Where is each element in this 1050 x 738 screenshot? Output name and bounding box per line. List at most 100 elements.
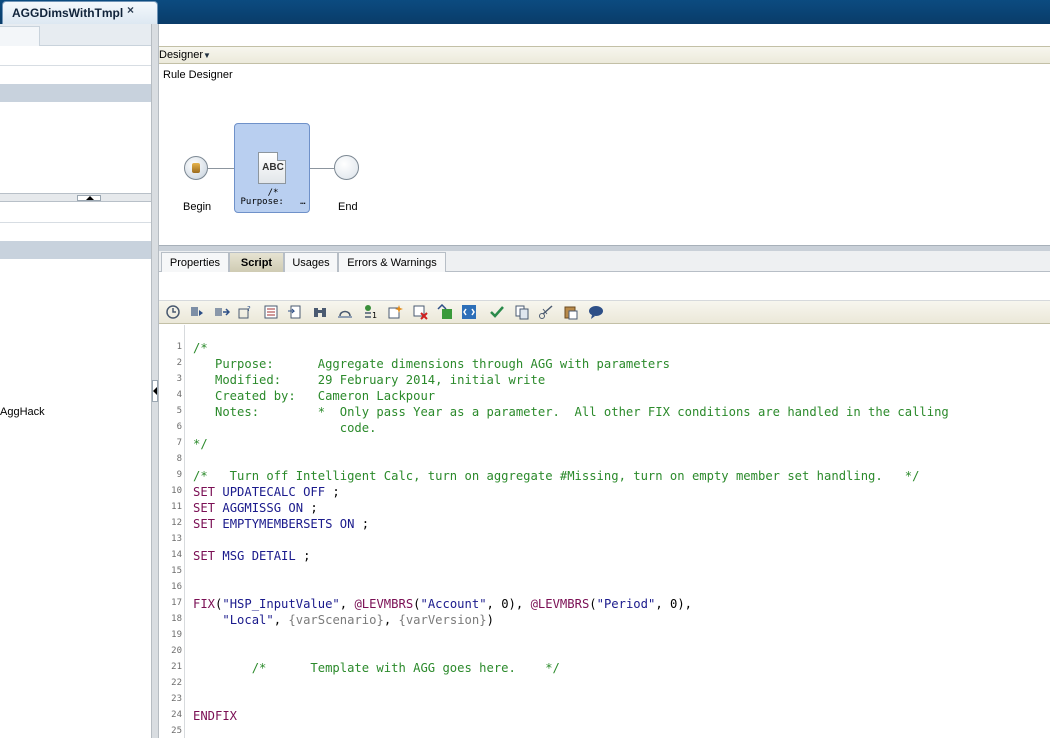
end-node-icon[interactable] — [334, 155, 359, 180]
code-line: FIX("HSP_InputValue", @LEVMBRS("Account"… — [193, 596, 692, 612]
code-token: /* — [193, 341, 208, 355]
code-token: */ — [193, 437, 208, 451]
line-number: 4 — [176, 390, 182, 400]
code-token: SET — [193, 517, 223, 531]
close-icon[interactable]: × — [127, 3, 134, 17]
property-tabs: Properties Script Usages Errors & Warnin… — [159, 251, 1050, 272]
help-icon[interactable] — [588, 304, 604, 320]
script-member-icon[interactable] — [189, 304, 205, 320]
tab-usages[interactable]: Usages — [284, 252, 338, 272]
code-token: Purpose: Aggregate dimensions through AG… — [193, 357, 670, 371]
code-token: "Period" — [596, 597, 656, 611]
code-token: Modified: 29 February 2014, initial writ… — [193, 373, 546, 387]
variables-icon[interactable]: ? — [238, 304, 254, 320]
find-icon[interactable] — [312, 304, 328, 320]
show-all-icon[interactable] — [461, 304, 477, 320]
code-line: ENDFIX — [193, 708, 237, 724]
line-number: 6 — [176, 422, 182, 432]
line-number: 14 — [171, 550, 182, 560]
member-range-icon[interactable]: 1 — [361, 304, 377, 320]
flow-connector — [310, 168, 334, 169]
replace-icon[interactable] — [337, 304, 353, 320]
tab-errors-warnings[interactable]: Errors & Warnings — [338, 252, 446, 272]
code-token: "Local" — [222, 613, 274, 627]
left-panel-tab-strip — [0, 24, 151, 46]
code-line: Purpose: Aggregate dimensions through AG… — [193, 356, 670, 372]
collapse-up-icon[interactable] — [77, 195, 101, 201]
script-node-label: /* Purpose: … — [240, 188, 306, 207]
svg-text:1: 1 — [372, 311, 377, 320]
copy-icon[interactable] — [514, 304, 530, 320]
code-line: SET MSG DETAIL ; — [193, 548, 310, 564]
code-line: */ — [193, 436, 208, 452]
code-token: ( — [589, 597, 597, 611]
left-panel-splitter[interactable] — [0, 193, 151, 202]
left-panel-tab[interactable] — [0, 26, 40, 46]
code-line: /* Template with AGG goes here. */ — [193, 660, 560, 676]
script-document-icon: ABC — [258, 152, 286, 184]
line-number: 21 — [171, 662, 182, 672]
code-token: @LEVMBRS — [354, 597, 414, 611]
begin-node-icon[interactable] — [184, 156, 208, 180]
code-line: code. — [193, 420, 377, 436]
line-number: 13 — [171, 534, 182, 544]
code-token: MSG DETAIL — [222, 549, 296, 563]
rule-designer-title: Rule Designer — [163, 69, 233, 81]
code-token: {varVersion} — [398, 613, 487, 627]
rule-designer-canvas[interactable]: Rule Designer Begin ABC /* Purpose: … En… — [159, 65, 1050, 245]
line-number: 8 — [176, 454, 182, 464]
property-area-blank — [159, 272, 1050, 301]
line-number: 12 — [171, 518, 182, 528]
line-number-gutter: 1 2 3 4 5 6 7 8 9 10 11 12 13 14 15 16 17 18 19 20 21 22 23 24 2… — [159, 325, 185, 738]
code-line: /* — [193, 340, 208, 356]
code-line: Notes: * Only pass Year as a parameter. … — [193, 404, 949, 420]
document-tab[interactable]: AGGDimsWithTmpl × — [2, 1, 158, 24]
code-token: , — [339, 597, 355, 611]
code-token: SET — [193, 485, 223, 499]
designer-menu-label[interactable]: Designer — [159, 49, 203, 61]
code-token: "Account" — [420, 597, 487, 611]
chevron-down-icon[interactable]: ▼ — [203, 51, 211, 60]
cut-icon[interactable] — [538, 304, 554, 320]
validate-icon[interactable] — [165, 304, 181, 320]
script-toolbar: ? 1 — [159, 301, 1050, 324]
divider — [0, 222, 151, 223]
line-number: 23 — [171, 694, 182, 704]
code-token: EMPTYMEMBERSETS ON — [222, 517, 355, 531]
member-list-item[interactable]: AggHack — [0, 406, 45, 418]
insert-comment-icon[interactable] — [387, 304, 403, 320]
line-number: 2 — [176, 358, 182, 368]
code-token: ; — [354, 517, 370, 531]
line-number: 1 — [176, 342, 182, 352]
paste-icon[interactable] — [563, 304, 579, 320]
line-number: 10 — [171, 486, 182, 496]
line-number: 17 — [171, 598, 182, 608]
code-token: ) — [486, 613, 494, 627]
vertical-splitter[interactable] — [151, 24, 159, 738]
approve-icon[interactable] — [489, 304, 505, 320]
line-number: 9 — [176, 470, 182, 480]
script-component-node[interactable]: ABC /* Purpose: … — [234, 123, 310, 213]
left-panel-section-header — [0, 241, 151, 259]
check-syntax-icon[interactable] — [437, 303, 453, 320]
remove-comment-icon[interactable] — [412, 304, 428, 320]
line-number: 15 — [171, 566, 182, 576]
code-token: {varScenario} — [288, 613, 384, 627]
code-token: FIX — [193, 597, 216, 611]
code-token: ; — [303, 501, 318, 515]
code-token: , 0), — [486, 597, 531, 611]
insert-function-icon[interactable] — [214, 304, 231, 320]
templates-icon[interactable] — [287, 304, 303, 320]
code-line: "Local", {varScenario}, {varVersion}) — [193, 612, 494, 628]
svg-text:?: ? — [247, 305, 251, 313]
code-line: /* Turn off Intelligent Calc, turn on ag… — [193, 468, 919, 484]
designer-header[interactable]: Designer ▼ — [159, 46, 1050, 64]
script-editor[interactable]: 1 2 3 4 5 6 7 8 9 10 11 12 13 14 15 16 17 18 19 20 21 22 23 24 2… — [159, 325, 1050, 738]
smart-lists-icon[interactable] — [263, 304, 279, 320]
tab-script[interactable]: Script — [229, 252, 284, 272]
collapse-left-icon[interactable] — [152, 380, 158, 402]
code-token: ( — [413, 597, 421, 611]
code-token: , — [383, 613, 399, 627]
tab-properties[interactable]: Properties — [161, 252, 229, 272]
